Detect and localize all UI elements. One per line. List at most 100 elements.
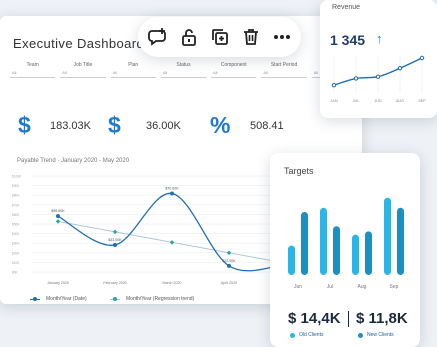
- filter-select[interactable]: All: [10, 70, 56, 78]
- filter-bar: Team All Job Title All Plan All Status All C…: [10, 62, 362, 78]
- month-label: Aug: [358, 284, 367, 290]
- y-tick-label: $50K: [12, 223, 20, 227]
- data-label: $33.00K: [108, 238, 122, 242]
- data-point-date: [170, 191, 174, 196]
- x-tick-label: March 2020: [163, 281, 182, 285]
- add-comment-icon[interactable]: [147, 26, 169, 48]
- dollar-icon: $: [18, 112, 31, 138]
- delete-icon[interactable]: [240, 26, 262, 48]
- old-clients-label: Old Clients: [299, 332, 324, 338]
- x-tick-label: April 2020: [221, 281, 237, 285]
- new-clients-legend: New Clients: [358, 332, 394, 338]
- filter-label: Component: [220, 62, 247, 68]
- divider: [348, 311, 349, 327]
- y-tick-label: $0K: [12, 271, 19, 275]
- filter-select[interactable]: All: [211, 70, 257, 78]
- more-icon[interactable]: [271, 26, 293, 48]
- y-tick-label: $30K: [12, 242, 20, 246]
- y-tick-label: $60K: [12, 213, 20, 217]
- targets-card: Targets Jun Jul Aug Sep $ 14,4K $ 11,8K Old…: [270, 153, 420, 347]
- data-label: $96.60K: [51, 209, 65, 213]
- data-point-date: [113, 242, 117, 247]
- old-clients-legend: Old Clients: [290, 332, 323, 338]
- filter-select[interactable]: All: [261, 70, 307, 78]
- legend-swatch-date: [30, 296, 40, 301]
- new-clients-swatch: [358, 332, 363, 338]
- y-tick-label: $70K: [12, 203, 20, 207]
- kpi-value: 36.00K: [146, 119, 181, 132]
- filter-select[interactable]: All: [60, 70, 106, 78]
- filter-plan[interactable]: Plan All: [110, 62, 156, 78]
- kpi-total-payable: $ 183.03K: [18, 112, 91, 139]
- revenue-month-label: SEP: [418, 99, 426, 103]
- month-label: Jul: [327, 284, 333, 290]
- data-point-regression: [55, 219, 61, 224]
- filter-label: Start Period: [270, 62, 298, 68]
- x-tick-label: February 2020: [103, 281, 126, 285]
- legend-label: Month/Year (Date): [46, 296, 87, 302]
- y-tick-label: $40K: [12, 232, 20, 236]
- bar-new-clients: [333, 226, 340, 275]
- revenue-value: 1 345: [330, 32, 366, 48]
- bar-new-clients: [301, 212, 308, 275]
- lock-icon[interactable]: [178, 26, 200, 48]
- bar-old-clients: [352, 234, 359, 275]
- filter-select[interactable]: All: [160, 70, 207, 78]
- revenue-card: Revenue 1 345 ↑ JAN JUL JUN AUG SEP: [320, 0, 437, 118]
- bar-old-clients: [288, 245, 295, 275]
- data-point-regression: [169, 240, 175, 245]
- y-tick-label: $10K: [12, 261, 20, 265]
- arrow-up-icon: ↑: [376, 31, 383, 46]
- data-point-date: [227, 263, 231, 268]
- targets-chart: Jun Jul Aug Sep: [288, 197, 404, 290]
- bar-old-clients: [320, 207, 327, 275]
- legend-item-date: Month/Year (Date): [30, 296, 87, 302]
- revenue-title: Revenue: [332, 4, 361, 11]
- revenue-chart: JAN JUL JUN AUG SEP: [330, 55, 426, 103]
- month-label: Jun: [294, 284, 302, 290]
- revenue-month-label: AUG: [396, 99, 404, 103]
- y-tick-label: $80K: [12, 194, 20, 198]
- legend-label: Month/Year (Regression trend): [126, 296, 195, 302]
- revenue-month-label: JUL: [353, 99, 360, 103]
- bar-old-clients: [384, 197, 391, 275]
- revenue-point: [331, 83, 337, 88]
- bar-new-clients: [365, 231, 372, 275]
- filter-team[interactable]: Team All: [10, 62, 56, 78]
- y-tick-label: $90K: [12, 184, 20, 188]
- revenue-point: [375, 74, 381, 79]
- filter-label: Team: [26, 62, 39, 68]
- bar-new-clients: [397, 207, 404, 275]
- kpi-average-payable: $ 36.00K: [108, 112, 181, 139]
- dashboard-title: Executive Dashboard: [13, 36, 145, 51]
- revenue-point: [353, 76, 359, 81]
- legend-item-regression: Month/Year (Regression trend): [110, 296, 194, 302]
- kpi-value: 183.03K: [50, 119, 91, 132]
- filter-label: Job Title: [73, 62, 93, 68]
- data-point-regression: [226, 250, 232, 256]
- legend-swatch-regression: [110, 296, 120, 301]
- filter-start-period[interactable]: Start Period All: [261, 62, 307, 78]
- filter-status[interactable]: Status All: [160, 62, 207, 78]
- y-tick-label: $100K: [12, 175, 22, 179]
- new-clients-label: New Clients: [367, 332, 394, 338]
- revenue-point: [397, 66, 403, 71]
- kpi-percent: % 508.41: [210, 112, 284, 139]
- old-clients-swatch: [290, 332, 295, 338]
- x-tick-label: January 2020: [47, 281, 69, 285]
- kpi-value: 508.41: [250, 119, 284, 132]
- month-label: Sep: [390, 284, 399, 290]
- filter-label: Plan: [128, 62, 139, 68]
- filter-component[interactable]: Component All: [211, 62, 257, 78]
- data-label: $70.62K: [165, 186, 179, 190]
- revenue-month-label: JAN: [330, 99, 337, 103]
- dollar-icon: $: [108, 112, 121, 138]
- percent-icon: %: [210, 112, 231, 138]
- filter-job-title[interactable]: Job Title All: [60, 62, 106, 78]
- copy-add-icon[interactable]: [209, 26, 231, 48]
- y-tick-label: $20K: [12, 251, 20, 255]
- new-clients-value: $ 11,8K: [356, 310, 408, 327]
- filter-label: Status: [176, 62, 191, 68]
- data-label: $22.00K: [222, 259, 236, 263]
- filter-select[interactable]: All: [110, 70, 156, 78]
